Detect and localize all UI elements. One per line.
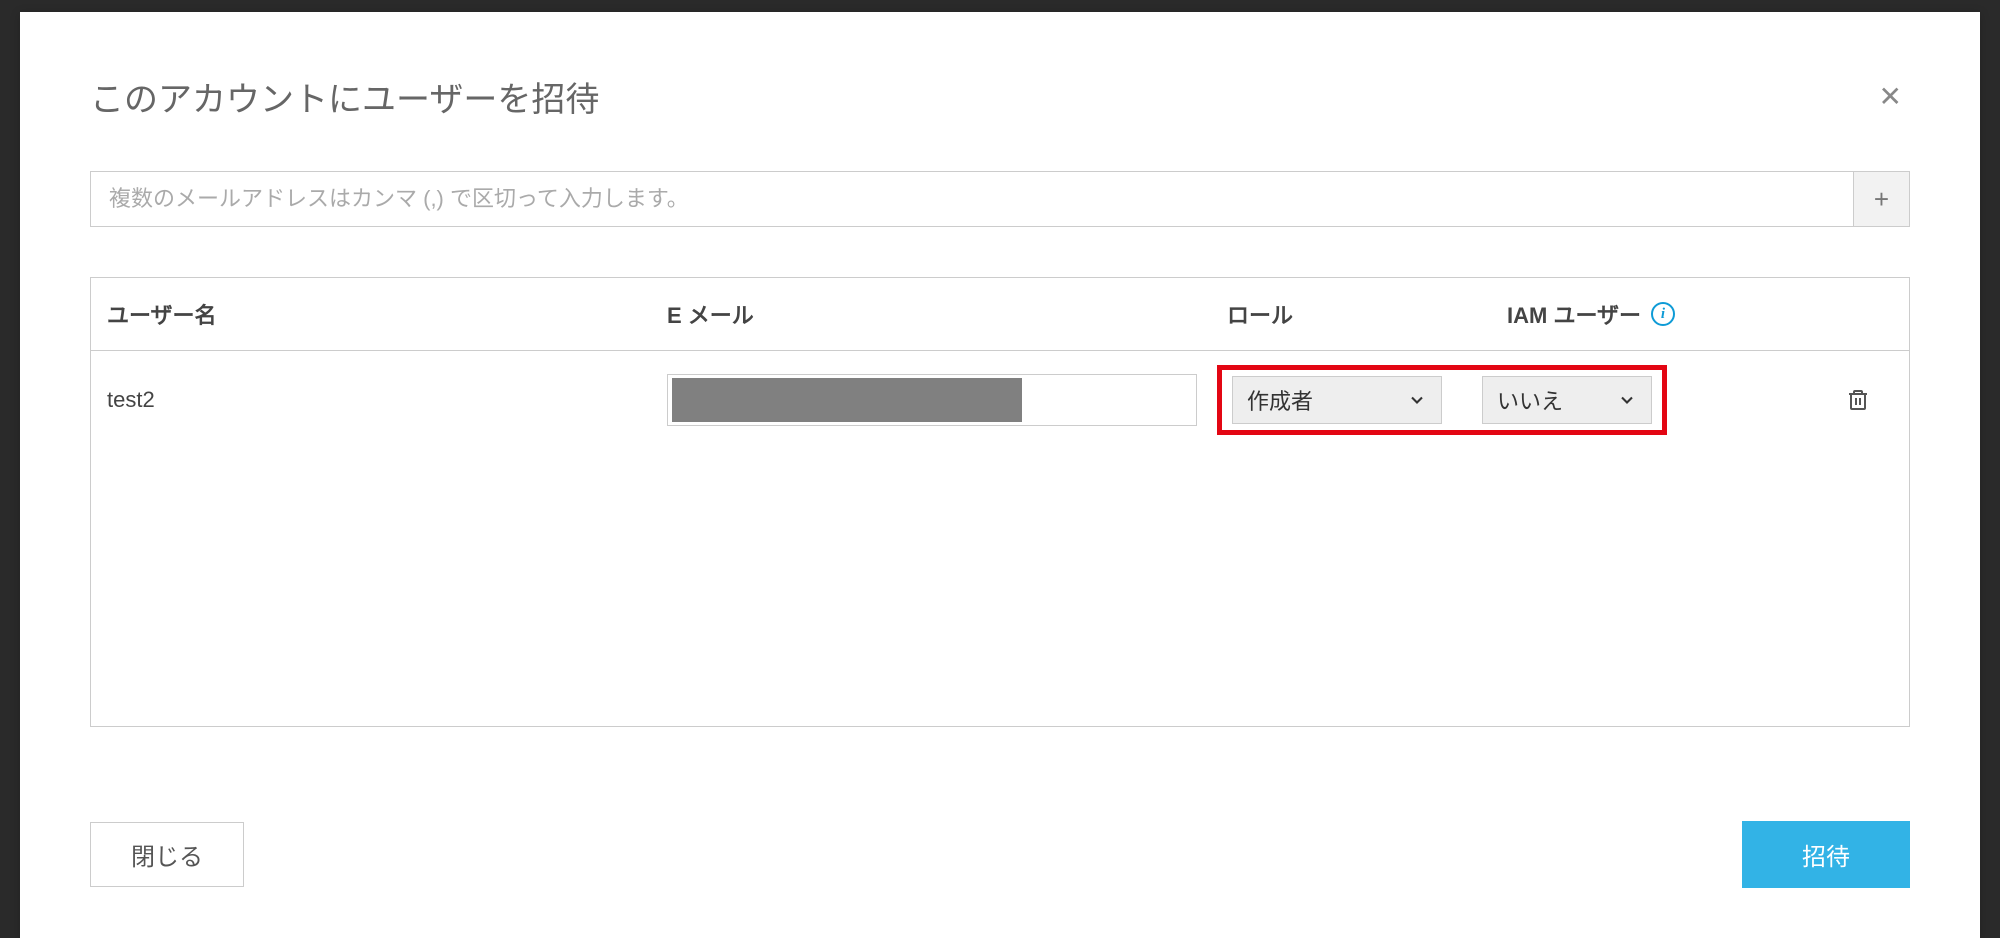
cell-actions — [1823, 387, 1893, 413]
close-icon[interactable]: ✕ — [1871, 79, 1910, 115]
trash-icon[interactable] — [1846, 387, 1870, 413]
col-header-email: E メール — [667, 298, 1227, 330]
role-dropdown-label: 作成者 — [1247, 384, 1313, 416]
cell-role-iam-group: 作成者 いいえ — [1227, 365, 1667, 435]
role-dropdown[interactable]: 作成者 — [1232, 376, 1442, 424]
modal-footer: 閉じる 招待 — [90, 761, 1910, 888]
user-table-header: ユーザー名 E メール ロール IAM ユーザー i — [91, 278, 1909, 351]
modal-header: このアカウントにユーザーを招待 ✕ — [90, 72, 1910, 121]
email-input[interactable] — [90, 171, 1854, 227]
email-redacted-block — [672, 378, 1022, 422]
highlight-annotation: 作成者 いいえ — [1217, 365, 1667, 435]
chevron-down-icon — [1407, 390, 1427, 410]
modal-title: このアカウントにユーザーを招待 — [90, 72, 599, 121]
col-header-actions — [1823, 298, 1893, 330]
close-button[interactable]: 閉じる — [90, 822, 244, 887]
email-field[interactable] — [667, 374, 1197, 426]
user-table: ユーザー名 E メール ロール IAM ユーザー i test2 — [90, 277, 1910, 727]
user-table-body: test2 作成者 いいえ — [91, 351, 1909, 726]
iam-dropdown-label: いいえ — [1497, 384, 1563, 416]
col-header-iam: IAM ユーザー i — [1507, 298, 1823, 330]
info-icon[interactable]: i — [1651, 302, 1675, 326]
invite-user-modal: このアカウントにユーザーを招待 ✕ + ユーザー名 E メール ロール IAM … — [20, 12, 1980, 938]
col-header-role: ロール — [1227, 298, 1507, 330]
plus-icon: + — [1874, 184, 1889, 215]
iam-dropdown[interactable]: いいえ — [1482, 376, 1652, 424]
chevron-down-icon — [1617, 390, 1637, 410]
table-row: test2 作成者 いいえ — [91, 351, 1909, 449]
cell-username: test2 — [107, 387, 667, 413]
invite-button[interactable]: 招待 — [1742, 821, 1910, 888]
email-input-row: + — [90, 171, 1910, 227]
add-email-button[interactable]: + — [1854, 171, 1910, 227]
cell-email — [667, 374, 1227, 426]
col-header-username: ユーザー名 — [107, 298, 667, 330]
col-header-iam-label: IAM ユーザー — [1507, 298, 1641, 330]
